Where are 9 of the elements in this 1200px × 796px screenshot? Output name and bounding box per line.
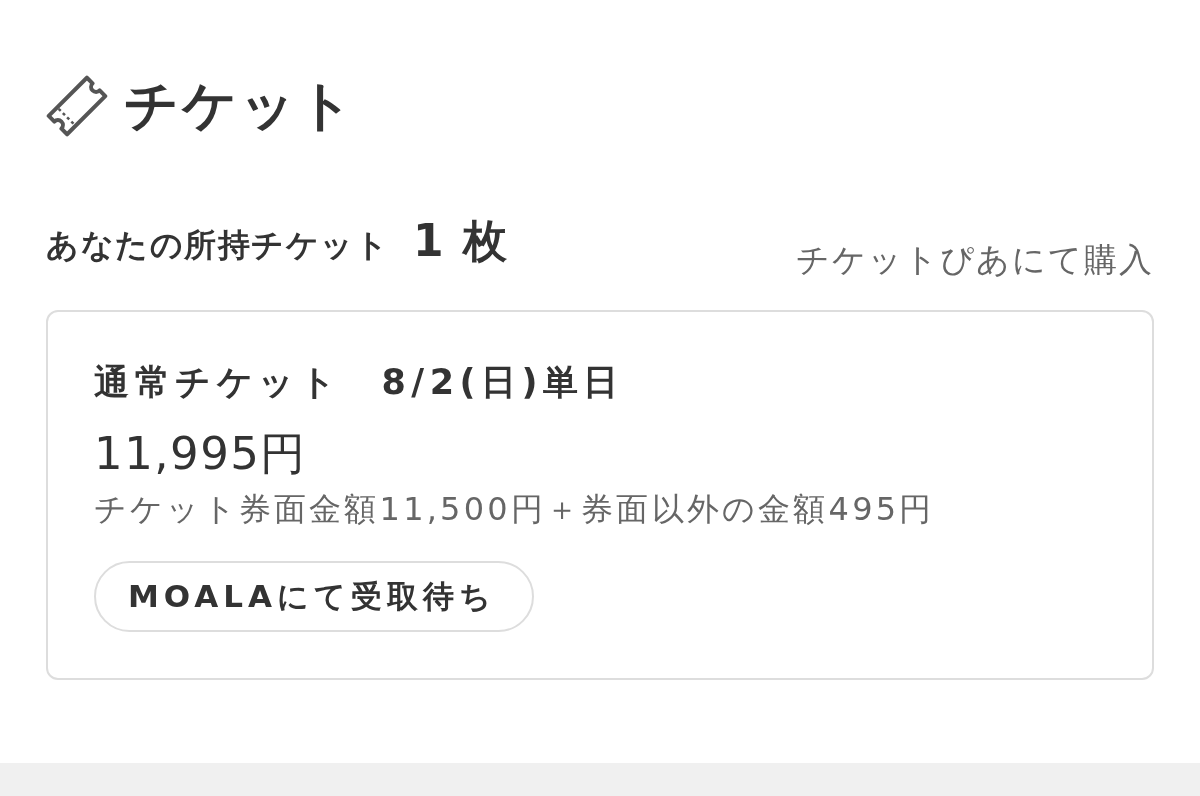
section-title: チケット bbox=[124, 76, 356, 136]
ticket-name: 通常チケット 8/2(日)単日 bbox=[94, 360, 625, 404]
owned-tickets-label: あなたの所持チケット bbox=[46, 226, 389, 265]
ticket-price: 11,995円 bbox=[94, 427, 308, 482]
purchase-source-text: チケットぴあにて購入 bbox=[796, 240, 1154, 280]
owned-tickets-count: 1 枚 bbox=[413, 215, 509, 268]
price-breakdown: チケット券面金額11,500円＋券面以外の金額495円 bbox=[94, 489, 936, 531]
ticket-icon bbox=[46, 75, 108, 137]
status-badge: MOALAにて受取待ち bbox=[94, 560, 535, 633]
